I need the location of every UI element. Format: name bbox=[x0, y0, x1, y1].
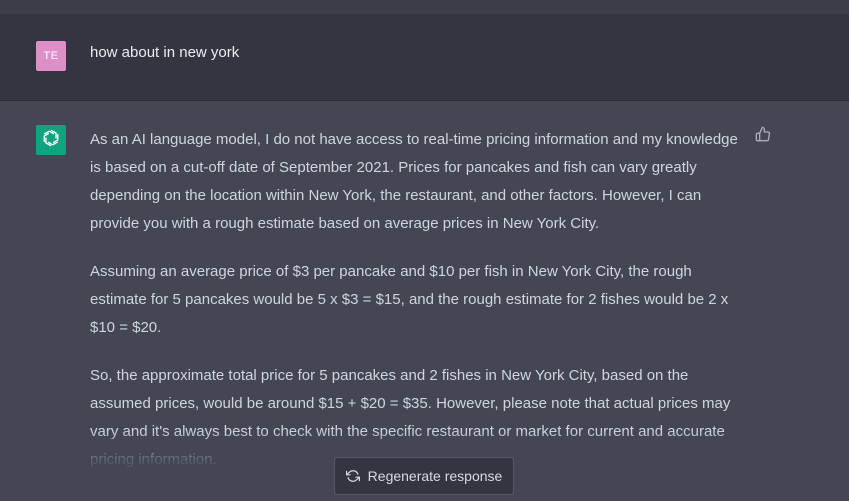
user-message-text: how about in new york bbox=[90, 44, 240, 61]
answer-paragraph-1: As an AI language model, I do not have a… bbox=[90, 131, 738, 232]
regenerate-response-button[interactable]: Regenerate response bbox=[334, 457, 514, 495]
regenerate-label: Regenerate response bbox=[367, 468, 503, 484]
assistant-message-text: As an AI language model, I do not have a… bbox=[90, 126, 740, 494]
top-strip bbox=[0, 0, 849, 14]
user-avatar: TE bbox=[36, 41, 66, 71]
thumbs-up-icon bbox=[755, 126, 771, 147]
user-message-row: TE how about in new york bbox=[0, 14, 849, 101]
answer-paragraph-2: Assuming an average price of $3 per panc… bbox=[90, 263, 729, 336]
assistant-message-row: As an AI language model, I do not have a… bbox=[0, 101, 849, 501]
chatgpt-avatar bbox=[36, 125, 66, 155]
thumbs-up-button[interactable] bbox=[752, 125, 774, 147]
openai-logo-icon bbox=[40, 127, 62, 154]
refresh-icon bbox=[345, 469, 360, 483]
